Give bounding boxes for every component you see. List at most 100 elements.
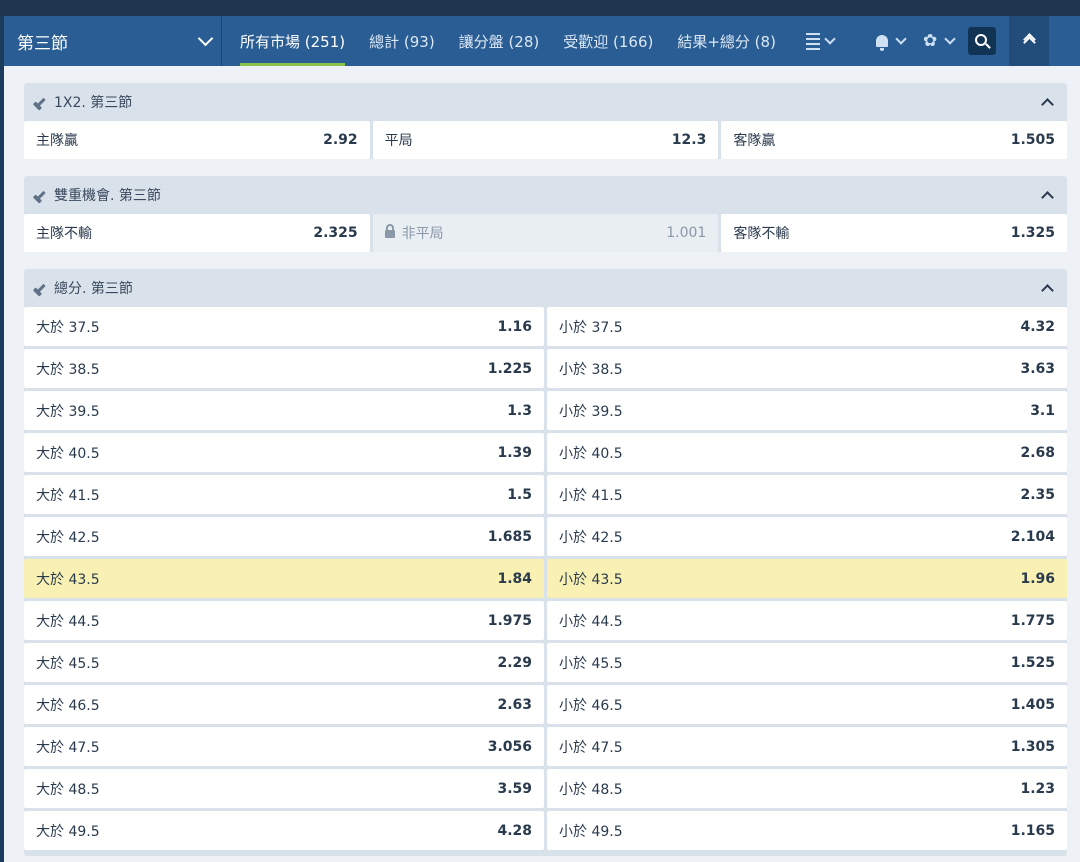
market-header[interactable]: 總分. 第三節 xyxy=(24,269,1067,307)
notifications-menu[interactable] xyxy=(875,16,907,66)
under-outcome[interactable]: 小於 49.5 1.165 xyxy=(547,811,1067,850)
outcome-label: 大於 44.5 xyxy=(36,613,100,630)
over-outcome[interactable]: 大於 40.5 1.39 xyxy=(24,433,544,472)
chevron-up-icon[interactable] xyxy=(1041,97,1054,111)
odd-value: 2.35 xyxy=(1020,486,1055,503)
outcome-row: 主隊贏 2.92 平局 12.3 客隊贏 1.505 xyxy=(24,121,1068,159)
outcome-no-draw-locked: 非平局 1.001 xyxy=(372,214,719,252)
over-outcome[interactable]: 大於 44.5 1.975 xyxy=(24,601,544,640)
outcome-label: 大於 43.5 xyxy=(36,571,100,588)
outcome-label: 主隊贏 xyxy=(36,133,78,149)
under-outcome[interactable]: 小於 38.5 3.63 xyxy=(547,349,1067,388)
outcome-away-or-draw[interactable]: 客隊不輸 1.325 xyxy=(721,214,1068,252)
odd-value: 1.16 xyxy=(497,318,532,335)
collapse-button[interactable] xyxy=(1009,16,1050,66)
tab-all-markets[interactable]: 所有市場 (251) xyxy=(240,16,346,66)
under-outcome[interactable]: 小於 46.5 1.405 xyxy=(547,685,1067,724)
outcome-label: 大於 41.5 xyxy=(36,487,100,504)
market-title: 1X2. 第三節 xyxy=(54,95,133,111)
under-outcome[interactable]: 小於 39.5 3.1 xyxy=(547,391,1067,430)
over-outcome[interactable]: 大於 38.5 1.225 xyxy=(24,349,544,388)
over-outcome[interactable]: 大於 49.5 4.28 xyxy=(24,811,544,850)
odd-value: 1.23 xyxy=(1020,780,1055,797)
under-outcome[interactable]: 小於 40.5 2.68 xyxy=(547,433,1067,472)
odd-value: 1.405 xyxy=(1010,696,1055,713)
tab-result-total[interactable]: 結果+總分 (8) xyxy=(677,16,776,66)
odd-value: 2.92 xyxy=(323,132,358,148)
pin-icon[interactable] xyxy=(36,97,46,107)
outcome-label: 小於 48.5 xyxy=(559,781,623,798)
odd-value: 1.525 xyxy=(1010,654,1055,671)
under-outcome[interactable]: 小於 41.5 2.35 xyxy=(547,475,1067,514)
odd-value: 1.5 xyxy=(507,486,532,503)
under-outcome[interactable]: 小於 44.5 1.775 xyxy=(547,601,1067,640)
outcome-label: 大於 42.5 xyxy=(36,529,100,546)
totals-row: 大於 46.5 2.63 小於 46.5 1.405 xyxy=(24,685,1067,724)
market-totals: 總分. 第三節 大於 37.5 1.16 小於 37.5 4.32 大於 38.5 1.2… xyxy=(24,269,1067,856)
under-outcome[interactable]: 小於 48.5 1.23 xyxy=(547,769,1067,808)
outcome-home-or-draw[interactable]: 主隊不輸 2.325 xyxy=(24,214,370,252)
over-outcome[interactable]: 大於 41.5 1.5 xyxy=(24,475,544,514)
odd-value: 1.39 xyxy=(497,444,532,461)
outcome-away-win[interactable]: 客隊贏 1.505 xyxy=(721,121,1068,159)
pin-icon[interactable] xyxy=(36,190,46,200)
under-outcome[interactable]: 小於 47.5 1.305 xyxy=(547,727,1067,766)
tab-popular[interactable]: 受歡迎 (166) xyxy=(563,16,653,66)
outcome-label: 大於 39.5 xyxy=(36,403,100,420)
outcome-label: 大於 38.5 xyxy=(36,361,100,378)
chevron-up-icon[interactable] xyxy=(1041,283,1054,297)
market-header[interactable]: 1X2. 第三節 xyxy=(24,83,1067,121)
totals-row: 大於 38.5 1.225 小於 38.5 3.63 xyxy=(24,349,1067,388)
totals-row: 大於 37.5 1.16 小於 37.5 4.32 xyxy=(24,307,1067,346)
outcome-label: 大於 47.5 xyxy=(36,739,100,756)
outcome-label: 小於 39.5 xyxy=(559,403,623,420)
odd-value: 1.305 xyxy=(1010,738,1055,755)
tab-totals[interactable]: 總計 (93) xyxy=(369,16,435,66)
outcome-label: 大於 49.5 xyxy=(36,823,100,840)
list-icon xyxy=(805,32,820,50)
under-outcome[interactable]: 小於 45.5 1.525 xyxy=(547,643,1067,682)
list-view-menu[interactable] xyxy=(805,16,836,66)
tab-handicap[interactable]: 讓分盤 (28) xyxy=(459,16,540,66)
bell-icon xyxy=(875,35,888,51)
under-outcome[interactable]: 小於 37.5 4.32 xyxy=(547,307,1067,346)
over-outcome[interactable]: 大於 48.5 3.59 xyxy=(24,769,544,808)
period-label: 第三節 xyxy=(17,33,68,54)
gear-icon: ✿ xyxy=(922,30,938,51)
over-outcome[interactable]: 大於 47.5 3.056 xyxy=(24,727,544,766)
outcome-label: 主隊不輸 xyxy=(36,226,92,242)
top-strip xyxy=(0,0,1080,16)
chevron-down-icon xyxy=(824,33,836,45)
over-outcome[interactable]: 大於 43.5 1.84 xyxy=(24,559,544,598)
totals-row: 大於 48.5 3.59 小於 48.5 1.23 xyxy=(24,769,1067,808)
chevron-up-icon[interactable] xyxy=(1041,190,1054,204)
outcome-row: 主隊不輸 2.325 非平局 1.001 客隊不輸 1.325 xyxy=(24,214,1068,252)
odd-value: 4.32 xyxy=(1020,318,1055,335)
under-outcome[interactable]: 小於 42.5 2.104 xyxy=(547,517,1067,556)
totals-row: 大於 49.5 4.28 小於 49.5 1.165 xyxy=(24,811,1067,850)
over-outcome[interactable]: 大於 45.5 2.29 xyxy=(24,643,544,682)
period-selector[interactable]: 第三節 xyxy=(4,16,222,66)
market-header[interactable]: 雙重機會. 第三節 xyxy=(24,176,1067,214)
pin-icon[interactable] xyxy=(36,283,46,293)
over-outcome[interactable]: 大於 46.5 2.63 xyxy=(24,685,544,724)
under-outcome[interactable]: 小於 43.5 1.96 xyxy=(547,559,1067,598)
odd-value: 3.63 xyxy=(1020,360,1055,377)
totals-row: 大於 42.5 1.685 小於 42.5 2.104 xyxy=(24,517,1067,556)
odd-value: 2.63 xyxy=(497,696,532,713)
search-button[interactable] xyxy=(968,27,997,55)
outcome-label: 大於 46.5 xyxy=(36,697,100,714)
outcome-label: 大於 40.5 xyxy=(36,445,100,462)
outcome-draw[interactable]: 平局 12.3 xyxy=(372,121,719,159)
over-outcome[interactable]: 大於 37.5 1.16 xyxy=(24,307,544,346)
outcome-label: 平局 xyxy=(384,133,413,149)
over-outcome[interactable]: 大於 42.5 1.685 xyxy=(24,517,544,556)
outcome-home-win[interactable]: 主隊贏 2.92 xyxy=(24,121,370,159)
outcome-label: 小於 42.5 xyxy=(559,529,623,546)
totals-row: 大於 45.5 2.29 小於 45.5 1.525 xyxy=(24,643,1067,682)
settings-menu[interactable]: ✿ xyxy=(922,16,956,66)
odd-value: 1.165 xyxy=(1010,822,1055,839)
odd-value: 1.225 xyxy=(487,360,532,377)
over-outcome[interactable]: 大於 39.5 1.3 xyxy=(24,391,544,430)
outcome-label: 大於 37.5 xyxy=(36,319,100,336)
